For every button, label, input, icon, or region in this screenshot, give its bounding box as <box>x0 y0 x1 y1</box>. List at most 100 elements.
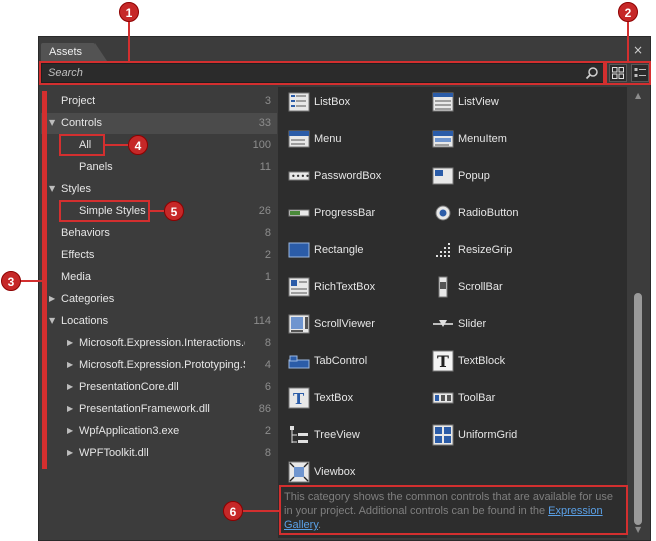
asset-item[interactable]: T TextBlock <box>422 348 572 376</box>
svg-text:T: T <box>437 352 449 371</box>
asset-label: Popup <box>458 170 490 182</box>
asset-item[interactable]: ResizeGrip <box>422 237 572 265</box>
tree-item[interactable]: ▼ Styles <box>41 179 277 200</box>
asset-item[interactable]: TabControl <box>278 348 428 376</box>
svg-text:•••••: ••••• <box>291 172 310 181</box>
asset-label: RichTextBox <box>314 281 376 293</box>
asset-item[interactable]: Viewbox <box>278 459 428 487</box>
tree-item-count: 3 <box>264 95 271 107</box>
tree-item-count: 2 <box>264 425 271 437</box>
asset-item[interactable]: RadioButton <box>422 200 572 228</box>
tree-item[interactable]: Panels 11 <box>41 157 277 178</box>
tree-item[interactable]: ▼ Controls 33 <box>41 113 277 134</box>
collapsed-arrow-icon[interactable]: ▶ <box>67 360 73 369</box>
collapsed-arrow-icon[interactable]: ▶ <box>67 448 73 457</box>
expanded-arrow-icon[interactable]: ▼ <box>49 316 55 325</box>
asset-item[interactable]: Slider <box>422 311 572 339</box>
tree-item[interactable]: Media 1 <box>41 267 277 288</box>
tree-item-count: 6 <box>264 381 271 393</box>
asset-item[interactable]: ListView <box>422 89 572 117</box>
tree-item-label: Behaviors <box>61 227 110 239</box>
tree-item[interactable]: Effects 2 <box>41 245 277 266</box>
collapsed-arrow-icon[interactable]: ▶ <box>49 294 55 303</box>
collapsed-arrow-icon[interactable]: ▶ <box>67 426 73 435</box>
scroll-up-icon[interactable]: ▲ <box>635 91 641 100</box>
asset-item[interactable]: ScrollBar <box>422 274 572 302</box>
asset-item[interactable]: ••••• PasswordBox <box>278 163 428 191</box>
tree-item[interactable]: ▶ Microsoft.Expression.Prototyping.Sket..… <box>41 355 277 376</box>
callout-6: 6 <box>223 501 243 521</box>
scroll-thumb[interactable] <box>634 293 642 525</box>
tree-item[interactable]: Behaviors 8 <box>41 223 277 244</box>
rectangle-icon <box>288 242 310 258</box>
callout-2: 2 <box>618 2 638 22</box>
richtextbox-icon <box>288 277 310 297</box>
asset-grid: ListBox ListView Menu MenuItem ••••• Password… <box>278 87 627 538</box>
asset-label: ScrollBar <box>458 281 503 293</box>
collapsed-arrow-icon[interactable]: ▶ <box>67 382 73 391</box>
listview-icon <box>432 92 454 112</box>
callout-4: 4 <box>128 135 148 155</box>
asset-label: TabControl <box>314 355 368 367</box>
asset-item[interactable]: MenuItem <box>422 126 572 154</box>
simple-styles-highlight-box <box>59 200 150 222</box>
view-toggle-highlight-box <box>605 61 651 85</box>
expanded-arrow-icon[interactable]: ▼ <box>49 184 55 193</box>
asset-scrollbar[interactable]: ▲ ▼ <box>629 87 649 538</box>
asset-item[interactable]: ListBox <box>278 89 428 117</box>
textblock-icon: T <box>432 350 454 372</box>
tree-item[interactable]: ▶ Categories <box>41 289 277 310</box>
search-highlight-box <box>39 61 605 85</box>
assets-panel: Assets × Project3▼Controls33All100Panels… <box>38 36 651 541</box>
asset-item[interactable]: ScrollViewer <box>278 311 428 339</box>
tree-item[interactable]: ▶ WpfApplication3.exe 2 <box>41 421 277 442</box>
menu-icon <box>288 130 310 148</box>
callout-1: 1 <box>119 2 139 22</box>
asset-label: MenuItem <box>458 133 507 145</box>
tree-item[interactable]: ▶ PresentationFramework.dll 86 <box>41 399 277 420</box>
asset-item[interactable]: Menu <box>278 126 428 154</box>
description-highlight-box <box>279 485 628 535</box>
progressbar-icon <box>288 209 310 217</box>
asset-item[interactable]: UniformGrid <box>422 422 572 450</box>
tree-item[interactable]: Project 3 <box>41 91 277 112</box>
asset-item[interactable]: ToolBar <box>422 385 572 413</box>
radiobutton-icon <box>435 205 451 221</box>
asset-label: ListView <box>458 96 499 108</box>
callout-3-line <box>20 280 43 282</box>
callout-4-line <box>105 144 128 146</box>
asset-item[interactable]: Popup <box>422 163 572 191</box>
asset-item[interactable]: Rectangle <box>278 237 428 265</box>
tree-item-label: WpfApplication3.exe <box>79 425 180 437</box>
tree-item-count: 100 <box>252 139 271 151</box>
close-icon[interactable]: × <box>632 44 644 56</box>
tree-item-count: 1 <box>264 271 271 283</box>
scrollviewer-icon <box>288 314 310 334</box>
tree-item-count: 114 <box>253 315 271 327</box>
scrollbar-icon <box>438 276 448 298</box>
asset-label: RadioButton <box>458 207 519 219</box>
tree-item-count: 8 <box>264 227 271 239</box>
asset-item[interactable]: RichTextBox <box>278 274 428 302</box>
expanded-arrow-icon[interactable]: ▼ <box>49 118 55 127</box>
uniformgrid-icon <box>432 424 454 446</box>
tab-assets[interactable]: Assets <box>41 43 95 61</box>
tab-slant-decoration <box>95 43 107 61</box>
listbox-icon <box>288 92 310 112</box>
collapsed-arrow-icon[interactable]: ▶ <box>67 404 73 413</box>
tree-item-count: 8 <box>264 447 271 459</box>
tree-item[interactable]: ▶ WPFToolkit.dll 8 <box>41 443 277 464</box>
tree-item-label: WPFToolkit.dll <box>79 447 149 459</box>
asset-label: ResizeGrip <box>458 244 513 256</box>
asset-item[interactable]: TreeView <box>278 422 428 450</box>
scroll-down-icon[interactable]: ▼ <box>635 525 641 534</box>
tree-item-label: PresentationCore.dll <box>79 381 179 393</box>
asset-item[interactable]: ProgressBar <box>278 200 428 228</box>
tree-item[interactable]: ▶ PresentationCore.dll 6 <box>41 377 277 398</box>
slider-icon <box>433 320 453 327</box>
tree-item[interactable]: ▼ Locations 114 <box>41 311 277 332</box>
collapsed-arrow-icon[interactable]: ▶ <box>67 338 73 347</box>
asset-item[interactable]: T TextBox <box>278 385 428 413</box>
tree-item[interactable]: ▶ Microsoft.Expression.Interactions.dll 8 <box>41 333 277 354</box>
tree-item-label: Panels <box>79 161 113 173</box>
